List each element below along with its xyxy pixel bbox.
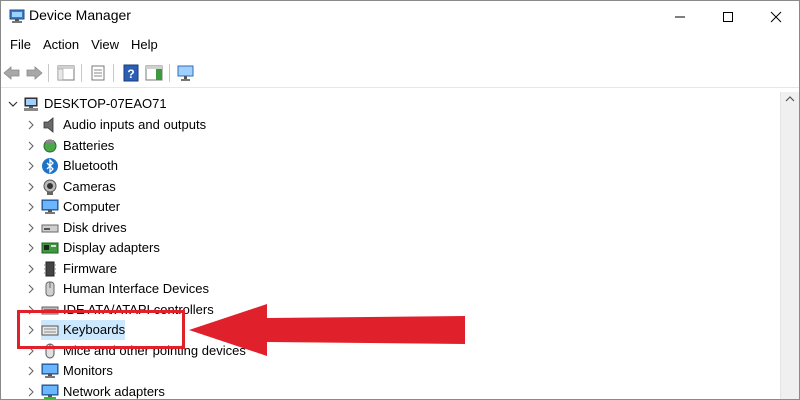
tree-item-monitors[interactable]: Monitors — [1, 361, 401, 381]
chevron-right-icon[interactable] — [26, 243, 36, 253]
menu-help[interactable]: Help — [126, 34, 163, 56]
tree-item-label: Monitors — [63, 363, 113, 378]
tree-item-batteries[interactable]: Batteries — [1, 136, 401, 156]
tree-item-label: Firmware — [63, 260, 118, 276]
chevron-right-icon[interactable] — [26, 366, 36, 376]
chevron-right-icon[interactable] — [26, 223, 36, 233]
tree-item-human-interface-devices[interactable]: Human Interface Devices — [1, 279, 401, 299]
chevron-right-icon[interactable] — [26, 161, 36, 171]
minimize-icon — [675, 16, 685, 17]
toolbar-separator — [81, 64, 82, 82]
tree-item-bluetooth[interactable]: Bluetooth — [1, 156, 401, 176]
close-button[interactable] — [753, 1, 799, 32]
tree-item-label: Display adapters — [63, 240, 160, 255]
camera-icon — [43, 179, 57, 195]
tree-item-computer[interactable]: Computer — [1, 197, 401, 217]
toolbar: ? — [1, 59, 799, 88]
chevron-right-icon[interactable] — [26, 120, 36, 130]
tree-item-label: Cameras — [63, 178, 116, 194]
tree-item-label: Audio inputs and outputs — [63, 117, 207, 132]
scan-hardware-button[interactable] — [175, 62, 197, 84]
network-adapter-icon — [41, 384, 59, 399]
menu-action[interactable]: Action — [38, 34, 84, 56]
tree-item-label: Network adapters — [63, 383, 165, 399]
window-title: Device Manager — [29, 7, 131, 23]
svg-text:?: ? — [127, 67, 134, 81]
tree-item-firmware[interactable]: Firmware — [1, 259, 401, 279]
toolbar-separator — [169, 64, 170, 82]
red-highlight-box — [17, 310, 185, 349]
chevron-right-icon[interactable] — [26, 202, 36, 212]
speaker-icon — [43, 117, 54, 133]
properties-icon — [91, 65, 105, 81]
help-icon: ? — [123, 64, 139, 82]
tree-item-disk-drives[interactable]: Disk drives — [1, 218, 401, 238]
toolbar-separator — [48, 64, 49, 82]
scroll-up-arrow-icon[interactable] — [785, 94, 795, 104]
chevron-right-icon[interactable] — [26, 387, 36, 397]
tree-item-label: Batteries — [63, 137, 115, 153]
menu-bar: File Action View Help — [1, 34, 799, 56]
help-button[interactable]: ? — [120, 62, 142, 84]
vertical-scrollbar[interactable] — [780, 92, 799, 399]
tree-item-label: Computer — [63, 199, 121, 214]
properties-button[interactable] — [87, 62, 109, 84]
forward-button[interactable] — [23, 62, 45, 84]
tree-item-label: Disk drives — [63, 219, 127, 235]
battery-icon — [43, 139, 57, 152]
device-manager-window: Device Manager File Action View Help ? D… — [0, 0, 800, 400]
toolbar-separator — [113, 64, 114, 82]
scan-hardware-icon — [177, 65, 194, 81]
title-bar[interactable]: Device Manager — [1, 1, 799, 32]
monitor-icon — [41, 363, 59, 378]
bluetooth-icon — [42, 158, 58, 174]
hid-icon — [45, 281, 55, 297]
console-tree-icon — [57, 65, 75, 81]
tree-item-display-adapters[interactable]: Display adapters — [1, 238, 401, 258]
display-adapter-icon — [41, 242, 59, 254]
maximize-button[interactable] — [705, 1, 751, 32]
show-hide-console-tree-button[interactable] — [55, 62, 77, 84]
chevron-right-icon[interactable] — [26, 141, 36, 151]
action-pane-icon — [145, 65, 163, 81]
computer-monitor-icon — [41, 199, 59, 214]
tree-item-network-adapters[interactable]: Network adapters — [1, 382, 401, 400]
tree-item-cameras[interactable]: Cameras — [1, 177, 401, 197]
menu-view[interactable]: View — [86, 34, 124, 56]
menu-file[interactable]: File — [5, 34, 36, 56]
close-icon — [770, 11, 782, 22]
red-arrow-annotation — [189, 304, 465, 356]
chevron-right-icon[interactable] — [26, 284, 36, 294]
tree-item-label: Human Interface Devices — [63, 281, 209, 296]
tree-item-label: Bluetooth — [63, 158, 118, 173]
back-arrow-icon — [3, 66, 20, 80]
chevron-right-icon[interactable] — [26, 264, 36, 274]
forward-arrow-icon — [26, 66, 43, 80]
chevron-right-icon[interactable] — [26, 182, 36, 192]
tree-item-audio-inputs-and-outputs[interactable]: Audio inputs and outputs — [1, 115, 401, 135]
device-manager-icon — [9, 9, 25, 23]
disk-drive-icon — [41, 224, 59, 232]
action-pane-button[interactable] — [143, 62, 165, 84]
maximize-icon — [723, 11, 733, 22]
firmware-chip-icon — [44, 261, 56, 276]
minimize-button[interactable] — [657, 1, 703, 32]
back-button[interactable] — [1, 62, 23, 84]
